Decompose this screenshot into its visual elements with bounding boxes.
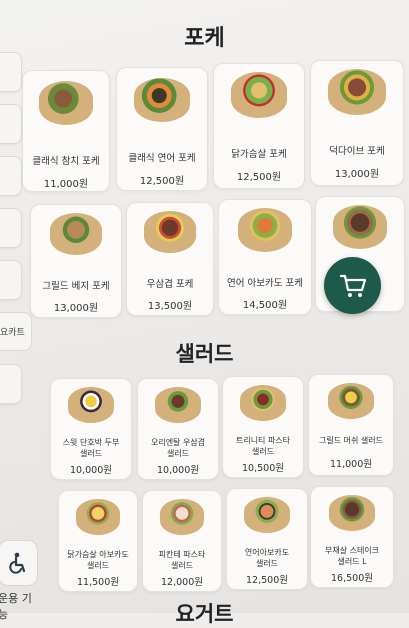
menu-price: 12,500원	[246, 575, 288, 586]
menu-name-line2: 샐러드	[255, 559, 279, 568]
section-title-yogurt: 요거트	[175, 602, 234, 626]
menu-card-classic-tuna-poke[interactable]: 클래식 참치 포케 11,000원	[22, 70, 110, 192]
menu-name: 그릴드 베지 포케	[42, 281, 110, 292]
menu-price: 13,000원	[334, 169, 380, 180]
rail-tab-2[interactable]	[0, 104, 22, 144]
menu-price: 13,500원	[147, 301, 193, 312]
kiosk-menu-screen: 요카트 운용 기능 포케 클래식 참치 포케 11,000원 클래식 연어 포케…	[0, 0, 409, 626]
rail-tab-7[interactable]	[0, 364, 22, 404]
menu-card-salmon-avocado-salad[interactable]: 연어아보카도 샐러드 12,500원	[226, 488, 308, 590]
menu-card-flank-steak-salad-l[interactable]: 부채살 스테이크 샐러드 L 16,500원	[310, 486, 394, 588]
menu-card-grilled-mushroom-salad[interactable]: 그릴드 머쉬 샐러드 11,000원	[308, 374, 394, 476]
section-title-poke: 포케	[184, 26, 225, 51]
menu-name: 닭가슴살 아보카도	[67, 550, 129, 559]
menu-name-line2: 샐러드	[251, 447, 275, 456]
menu-price: 12,000원	[161, 577, 203, 588]
accessibility-button[interactable]	[0, 540, 38, 586]
food-image	[244, 497, 290, 533]
menu-card-salmon-avocado-poke[interactable]: 연어 아보카도 포케 14,500원	[218, 199, 312, 315]
rail-tab-5[interactable]	[0, 260, 22, 300]
food-image	[231, 72, 287, 118]
cart-icon	[339, 274, 366, 297]
menu-name: 클래식 연어 포케	[128, 153, 196, 164]
food-image	[238, 208, 292, 252]
menu-name-line2: 샐러드	[166, 449, 190, 458]
section-title-salad: 샐러드	[175, 342, 234, 366]
menu-price: 13,000원	[53, 303, 99, 314]
menu-name: 연어 아보카도 포케	[227, 278, 303, 289]
menu-price: 11,000원	[330, 459, 372, 470]
menu-card-chicken-breast-poke[interactable]: 닭가슴살 포케 12,500원	[213, 63, 305, 189]
cart-button[interactable]	[324, 257, 381, 314]
menu-price: 10,000원	[70, 465, 112, 476]
food-image	[160, 499, 204, 535]
menu-price: 10,000원	[157, 465, 199, 476]
food-image	[328, 69, 386, 115]
menu-card-grilled-veggie-poke[interactable]: 그릴드 베지 포케 13,000원	[30, 204, 122, 318]
menu-price: 14,500원	[242, 300, 288, 311]
food-image	[329, 495, 375, 531]
rail-tab-1[interactable]	[0, 52, 22, 92]
food-image	[39, 81, 93, 125]
food-image	[68, 387, 114, 423]
menu-name: 덕다이브 포케	[329, 146, 385, 157]
menu-card-classic-salmon-poke[interactable]: 클래식 연어 포케 12,500원	[116, 67, 208, 191]
menu-name: 부채살 스테이크	[324, 546, 380, 555]
menu-price: 12,500원	[236, 172, 282, 183]
menu-name: 피칸테 파스타	[158, 550, 206, 559]
rail-tab-4[interactable]	[0, 208, 22, 248]
menu-name: 스윗 단호박 두부	[62, 438, 120, 447]
food-image	[50, 213, 102, 255]
food-image	[333, 205, 387, 249]
rail-tab-3[interactable]	[0, 156, 22, 196]
menu-card-oriental-brisket-salad[interactable]: 오리엔탈 우삼겹 샐러드 10,000원	[137, 378, 219, 480]
menu-price: 10,500원	[242, 463, 284, 474]
menu-name-line2: 샐러드	[79, 449, 103, 458]
menu-name-line2: 샐러드	[86, 561, 110, 570]
food-image	[328, 383, 374, 419]
menu-card-trinity-pasta-salad[interactable]: 트리니티 파스타 샐러드 10,500원	[222, 376, 304, 478]
menu-card-picante-pasta-salad[interactable]: 피칸테 파스타 샐러드 12,000원	[142, 490, 222, 592]
menu-card-beef-brisket-poke[interactable]: 우삼겹 포케 13,500원	[126, 202, 214, 316]
menu-name: 우삼겹 포케	[146, 279, 194, 290]
wheelchair-icon	[9, 552, 26, 574]
food-image	[155, 387, 201, 423]
menu-name: 닭가슴살 포케	[231, 149, 287, 160]
menu-card-chicken-avocado-salad[interactable]: 닭가슴살 아보카도 샐러드 11,500원	[58, 490, 138, 592]
menu-name-line2: 샐러드	[170, 561, 194, 570]
food-image	[76, 499, 120, 535]
menu-name: 연어아보카도	[244, 548, 290, 557]
menu-price: 11,000원	[43, 179, 89, 190]
menu-price: 16,500원	[331, 573, 373, 584]
menu-name-line2: 샐러드 L	[337, 557, 367, 566]
menu-card-sweet-pumpkin-tofu-salad[interactable]: 스윗 단호박 두부 샐러드 10,000원	[50, 378, 132, 480]
menu-name: 트리니티 파스타	[235, 436, 291, 445]
food-image	[134, 78, 190, 122]
menu-name: 그릴드 머쉬 샐러드	[319, 436, 383, 445]
food-image	[144, 211, 196, 253]
menu-card-duck-dive-poke[interactable]: 덕다이브 포케 13,000원	[310, 60, 404, 186]
food-image	[240, 385, 286, 421]
menu-name: 오리엔탈 우삼겹	[150, 438, 206, 447]
menu-price: 12,500원	[139, 176, 185, 187]
menu-price: 11,500원	[77, 577, 119, 588]
menu-name: 클래식 참치 포케	[32, 156, 100, 167]
